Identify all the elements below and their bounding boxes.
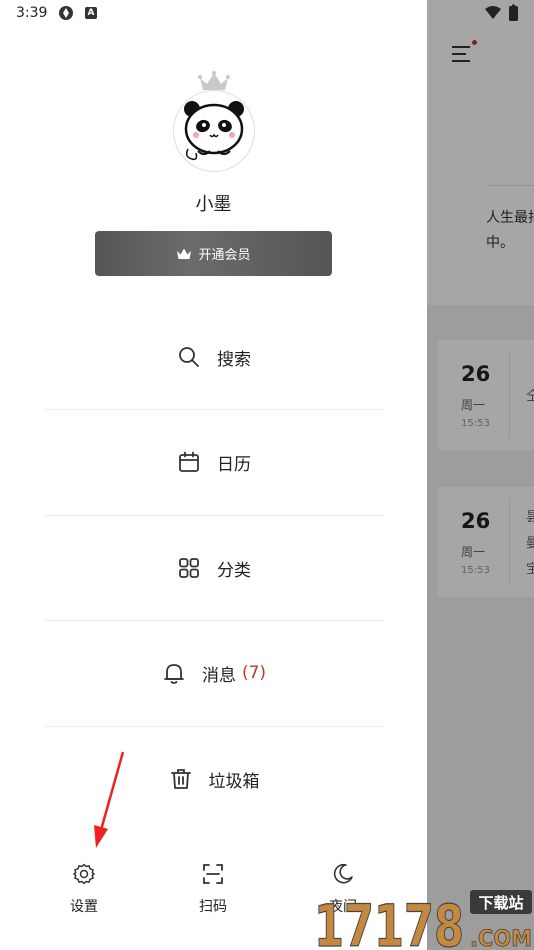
crown-icon	[177, 248, 192, 259]
search-icon	[179, 347, 199, 367]
status-time: 3:39	[16, 5, 48, 21]
wifi-battery-icon	[485, 4, 518, 21]
sync-icon	[59, 6, 73, 20]
gear-icon	[73, 863, 95, 885]
scan-button[interactable]: 扫码	[173, 862, 253, 922]
moon-icon	[333, 863, 353, 884]
menu-item-label: 日历	[217, 454, 251, 475]
menu-item-label: 分类	[217, 560, 251, 581]
trash-icon	[170, 769, 191, 789]
app-notification-icon: A	[85, 7, 97, 19]
bell-icon	[164, 664, 184, 684]
navigation-drawer: 小墨 开通会员 搜索 日历 分类 消息 (7) 垃圾箱 设置 扫码 夜间	[0, 0, 427, 950]
calendar-icon	[179, 451, 199, 472]
menu-item-label: 搜索	[217, 349, 251, 370]
profile-avatar-block[interactable]	[173, 70, 255, 172]
menu-item-label: 消息	[201, 665, 236, 686]
svg-text:下载站: 下载站	[478, 894, 523, 912]
panda-avatar-icon	[184, 101, 244, 161]
watermark-logo: 下载站 17178 .COM	[313, 890, 532, 950]
svg-text:.COM: .COM	[470, 927, 532, 950]
open-vip-button[interactable]: 开通会员	[95, 231, 332, 276]
open-vip-label: 开通会员	[198, 248, 251, 263]
message-count-badge: (7)	[241, 663, 267, 683]
scan-icon	[203, 864, 223, 884]
category-grid-icon	[179, 558, 199, 578]
crown-icon	[198, 71, 230, 90]
avatar[interactable]	[173, 90, 255, 172]
scan-label: 扫码	[199, 899, 227, 915]
settings-label: 设置	[70, 899, 98, 915]
menu-item-search[interactable]: 搜索	[44, 305, 384, 409]
username: 小墨	[195, 194, 232, 215]
menu-item-calendar[interactable]: 日历	[44, 410, 384, 514]
settings-button[interactable]: 设置	[44, 862, 124, 922]
menu-item-trash[interactable]: 垃圾箱	[44, 727, 384, 831]
menu-item-messages[interactable]: 消息 (7)	[44, 621, 384, 725]
menu-item-category[interactable]: 分类	[44, 516, 384, 620]
menu-item-label: 垃圾箱	[208, 771, 260, 792]
svg-text:17178: 17178	[314, 892, 464, 950]
